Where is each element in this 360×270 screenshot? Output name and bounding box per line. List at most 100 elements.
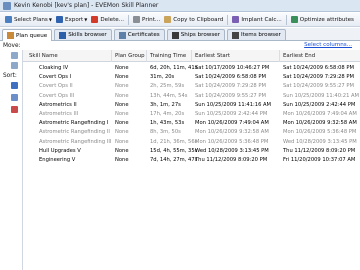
- training-time-cell: 15d, 4h, 55m, 35s: [150, 147, 198, 154]
- chevron-down-icon: ▼: [48, 17, 52, 22]
- sort-name-icon[interactable]: [11, 82, 18, 89]
- tab-certificates[interactable]: Certificates: [113, 29, 165, 40]
- ship-icon: [171, 31, 179, 39]
- app-icon: [3, 1, 11, 10]
- select-plans-button[interactable]: Select Plans ▼: [3, 14, 54, 26]
- skill-name-cell: Engineering V: [39, 157, 76, 163]
- skill-name-cell: Astrometric Rangefinding I: [39, 120, 109, 127]
- column-divider: [279, 50, 280, 62]
- training-time-cell: 31m, 20s: [150, 74, 175, 81]
- tab-label: Items browser: [241, 32, 281, 38]
- earliest-start-cell: Sat 10/24/2009 6:58:08 PM: [195, 74, 266, 81]
- sort-label: Sort:: [3, 73, 17, 79]
- tab-label: Certificates: [127, 32, 160, 38]
- tab-plan-queue[interactable]: Plan queue: [2, 29, 53, 41]
- window-title: Kevin Kenobi [kev's plan] - EVEMon Skill…: [14, 2, 159, 9]
- plan-group-cell: None: [115, 83, 129, 90]
- tab-skills-browser[interactable]: Skills browser: [54, 29, 112, 40]
- delete-button[interactable]: Delete...: [89, 14, 126, 26]
- training-time-cell: 6d, 20h, 11m, 41s: [150, 65, 198, 71]
- earliest-end-cell: Mon 10/26/2009 5:36:48 PM: [283, 129, 357, 136]
- plan-group-cell: None: [115, 74, 129, 81]
- earliest-end-cell: Sat 10/24/2009 6:58:08 PM: [283, 65, 354, 71]
- plan-queue-table: Skill Name Plan Group Training Time Earl…: [22, 50, 360, 270]
- toolbar-separator: [128, 14, 130, 25]
- optimize-label: Optimize attributes: [299, 16, 354, 23]
- skill-name-cell: Astrometric Rangefinding II: [39, 129, 110, 136]
- earliest-start-cell: Wed 10/28/2009 3:13:45 PM: [195, 147, 269, 154]
- column-earliest-start[interactable]: Earliest Start: [195, 53, 230, 59]
- earliest-end-cell: Sat 10/24/2009 9:55:27 PM: [283, 83, 354, 90]
- skill-name-cell: Astrometrics III: [39, 111, 79, 117]
- column-divider: [146, 50, 147, 62]
- move-down-icon[interactable]: [11, 62, 18, 69]
- export-label: Export: [64, 16, 84, 23]
- implant-calc-button[interactable]: Implant Calc...: [230, 14, 283, 26]
- tab-items-browser[interactable]: Items browser: [227, 29, 286, 40]
- training-time-cell: 7d, 14h, 27m, 47s: [150, 157, 198, 163]
- earliest-end-cell: Sun 10/25/2009 11:40:21 AM: [283, 92, 360, 99]
- tab-label: Skills browser: [68, 32, 107, 38]
- table-row[interactable]: Covert Ops III None 13h, 44m, 54s Sat 10/24…: [23, 92, 360, 101]
- table-row[interactable]: Covert Ops I None 31m, 20s Sat 10/24/2009 6…: [23, 73, 360, 82]
- move-up-icon[interactable]: [11, 52, 18, 59]
- sort-priority-icon[interactable]: [11, 106, 18, 113]
- delete-label: Delete...: [100, 16, 125, 23]
- earliest-start-cell: Sat 10/24/2009 9:55:27 PM: [195, 92, 266, 99]
- training-time-cell: 17h, 4m, 20s: [150, 111, 185, 117]
- chevron-down-icon: ▼: [84, 17, 88, 22]
- side-toolbar: [0, 49, 22, 270]
- plan-group-cell: None: [115, 92, 129, 99]
- column-earliest-end[interactable]: Earliest End: [283, 53, 315, 59]
- plan-group-cell: None: [115, 111, 129, 117]
- column-plan-group[interactable]: Plan Group: [115, 53, 145, 59]
- export-button[interactable]: Export ▼: [54, 14, 89, 26]
- earliest-start-cell: Sat 10/24/2009 7:29:28 PM: [195, 83, 266, 90]
- table-row[interactable]: Astrometric Rangefinding I None 1h, 43m, 5…: [23, 119, 360, 128]
- earliest-start-cell: Mon 10/26/2009 7:49:04 AM: [195, 120, 269, 127]
- table-row[interactable]: Astrometric Rangefinding III None 1d, 21h,…: [23, 138, 360, 147]
- plans-icon: [5, 16, 12, 23]
- toolbar: Select Plans ▼ Export ▼ Delete... Print.…: [0, 13, 360, 27]
- title-bar: Kevin Kenobi [kev's plan] - EVEMon Skill…: [0, 0, 360, 12]
- earliest-start-cell: Thu 11/12/2009 8:09:20 PM: [195, 157, 268, 163]
- training-time-cell: 13h, 44m, 54s: [150, 92, 188, 99]
- book-icon: [7, 32, 14, 39]
- table-row[interactable]: Engineering V None 7d, 14h, 27m, 47s Thu 11…: [23, 156, 360, 165]
- training-time-cell: 8h, 3m, 50s: [150, 129, 181, 136]
- print-button[interactable]: Print...: [131, 14, 162, 26]
- plan-group-cell: None: [115, 147, 129, 154]
- table-row[interactable]: Astrometrics II None 3h, 1m, 27s Sun 10/25/…: [23, 101, 360, 110]
- skill-name-cell: Astrometric Rangefinding III: [39, 138, 112, 145]
- certificate-icon: [118, 31, 126, 39]
- table-row[interactable]: Astrometrics III None 17h, 4m, 20s Sun 10/2…: [23, 110, 360, 119]
- skill-name-cell: Hull Upgrades V: [39, 147, 81, 154]
- column-skill-name[interactable]: Skill Name: [29, 53, 58, 59]
- earliest-end-cell: Wed 10/28/2009 3:13:45 PM: [283, 138, 357, 145]
- table-row[interactable]: Covert Ops II None 2h, 25m, 59s Sat 10/24/2…: [23, 82, 360, 91]
- table-row[interactable]: Astrometric Rangefinding II None 8h, 3m, 5…: [23, 128, 360, 137]
- table-row[interactable]: Hull Upgrades V None 15d, 4h, 55m, 35s Wed …: [23, 147, 360, 156]
- tab-label: Plan queue: [16, 32, 48, 39]
- skill-name-cell: Covert Ops II: [39, 83, 73, 90]
- earliest-end-cell: Mon 10/26/2009 9:32:58 AM: [283, 120, 357, 127]
- select-columns-link[interactable]: Select columns...: [304, 42, 352, 48]
- earliest-start-cell: Sun 10/25/2009 2:42:44 PM: [195, 111, 268, 117]
- table-row[interactable]: Cloaking IV None 6d, 20h, 11m, 41s Sat 10/1…: [23, 64, 360, 73]
- copy-clipboard-button[interactable]: Copy to Clipboard: [162, 14, 225, 26]
- tab-ships-browser[interactable]: Ships browser: [166, 29, 225, 40]
- optimize-attributes-button[interactable]: Optimize attributes: [289, 14, 356, 26]
- training-time-cell: 1h, 43m, 53s: [150, 120, 185, 127]
- earliest-start-cell: Mon 10/26/2009 5:36:48 PM: [195, 138, 269, 145]
- earliest-end-cell: Mon 10/26/2009 7:49:04 AM: [283, 111, 357, 117]
- sort-time-icon[interactable]: [11, 94, 18, 101]
- training-time-cell: 3h, 1m, 27s: [150, 101, 181, 108]
- training-time-cell: 1d, 21h, 36m, 56s: [150, 138, 198, 145]
- skill-name-cell: Covert Ops I: [39, 74, 72, 81]
- column-training-time[interactable]: Training Time: [150, 53, 186, 59]
- earliest-end-cell: Thu 11/12/2009 8:09:20 PM: [283, 147, 356, 154]
- plan-group-cell: None: [115, 120, 129, 127]
- skills-icon: [59, 31, 67, 39]
- earliest-start-cell: Sat 10/17/2009 10:46:27 PM: [195, 65, 270, 71]
- print-label: Print...: [142, 16, 161, 23]
